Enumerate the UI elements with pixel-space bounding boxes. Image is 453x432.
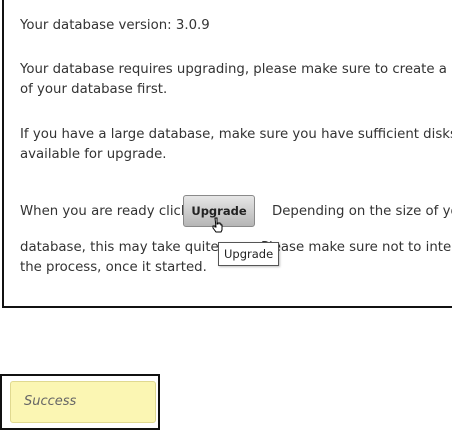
ready-prefix-text: When you are ready click — [20, 204, 189, 219]
ready-suffix-text: Depending on the size of your — [272, 204, 452, 219]
process-text: the process, once it started. — [20, 260, 207, 275]
success-frame: Success — [0, 374, 160, 430]
success-message: Success — [10, 381, 156, 423]
database-duration-text: database, this may take quite — [20, 240, 219, 255]
upgrade-panel: Your database version: 3.0.9 Your databa… — [2, 0, 452, 308]
hand-cursor-icon — [212, 217, 223, 233]
requires-upgrade-text: Your database requires upgrading, please… — [20, 62, 452, 77]
requires-upgrade-text-cont: of your database first. — [20, 82, 168, 97]
large-database-text: If you have a large database, make sure … — [20, 127, 452, 142]
interrupt-warning-text: Please make sure not to interrupt — [261, 240, 452, 255]
large-database-text-cont: available for upgrade. — [20, 147, 167, 162]
upgrade-tooltip: Upgrade — [218, 242, 280, 266]
database-version-text: Your database version: 3.0.9 — [20, 18, 210, 33]
